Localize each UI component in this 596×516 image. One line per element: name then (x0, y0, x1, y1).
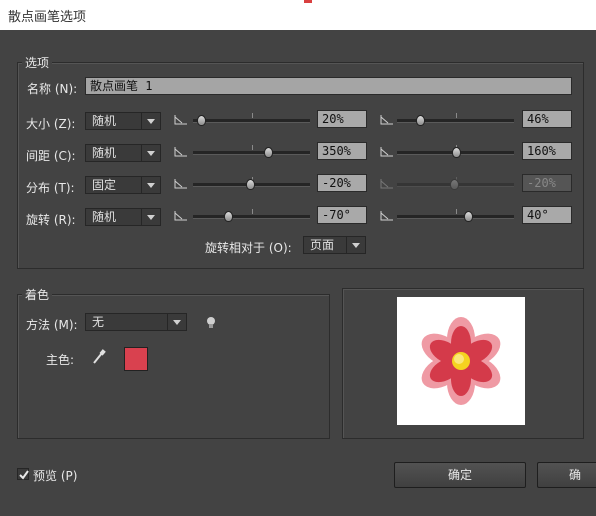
min-track[interactable] (193, 215, 310, 219)
method-label: 方法 (M): (26, 318, 78, 332)
variation-label: 旋转 (R): (26, 213, 76, 227)
chevron-down-icon (167, 314, 186, 330)
chevron-down-icon (346, 237, 365, 253)
min-slider-thumb[interactable] (246, 179, 255, 190)
cancel-label: 确 (568, 468, 581, 482)
min-center-tick (252, 145, 253, 150)
min-center-tick (252, 113, 253, 118)
max-slider-thumb[interactable] (452, 147, 461, 158)
cancel-button[interactable]: 确 (537, 462, 596, 488)
max-center-tick (456, 209, 457, 214)
checkmark-icon (19, 470, 29, 480)
chevron-down-icon (141, 145, 160, 161)
max-center-tick (456, 113, 457, 118)
min-track[interactable] (193, 151, 310, 155)
min-slider-thumb[interactable] (264, 147, 273, 158)
rotation-relative-select[interactable]: 页面 (303, 236, 366, 254)
colorization-legend: 着色 (22, 286, 53, 303)
options-legend: 选项 (22, 54, 53, 71)
variation-mode-value: 固定 (92, 178, 117, 192)
range-min-icon (174, 114, 188, 126)
min-value-field[interactable]: 20% (317, 110, 367, 128)
ok-button[interactable]: 确定 (394, 462, 526, 488)
variation-mode-select[interactable]: 固定 (85, 176, 161, 194)
variation-mode-value: 随机 (92, 114, 117, 128)
window-titlebar: 散点画笔选项 (0, 0, 596, 30)
variation-mode-select[interactable]: 随机 (85, 144, 161, 162)
min-slider-thumb[interactable] (224, 211, 233, 222)
preview-checkbox[interactable] (17, 468, 29, 480)
name-label: 名称 (N): (27, 82, 78, 96)
preview-canvas (397, 297, 525, 425)
min-value-field[interactable]: -20% (317, 174, 367, 192)
variation-label: 分布 (T): (26, 181, 75, 195)
max-slider-thumb[interactable] (450, 179, 459, 190)
name-field[interactable]: 散点画笔 1 (85, 77, 572, 95)
key-color-label: 主色: (46, 353, 75, 367)
method-value: 无 (92, 315, 105, 329)
range-max-icon (380, 178, 394, 190)
max-track[interactable] (397, 119, 514, 123)
preview-label: 预览 (P) (33, 469, 78, 483)
min-value-field[interactable]: -70° (317, 206, 367, 224)
max-track[interactable] (397, 215, 514, 219)
rotation-relative-value: 页面 (310, 238, 335, 252)
max-value-field[interactable]: 40° (522, 206, 572, 224)
variation-label: 间距 (C): (26, 149, 76, 163)
range-max-icon (380, 146, 394, 158)
window-title: 散点画笔选项 (8, 10, 87, 25)
titlebar-accent (304, 0, 312, 3)
range-max-icon (380, 210, 394, 222)
range-min-icon (174, 210, 188, 222)
chevron-down-icon (141, 113, 160, 129)
ok-label: 确定 (447, 468, 472, 482)
method-select[interactable]: 无 (85, 313, 187, 331)
key-color-swatch[interactable] (124, 347, 148, 371)
range-min-icon (174, 146, 188, 158)
eyedropper-icon[interactable] (92, 349, 106, 365)
max-slider-thumb[interactable] (416, 115, 425, 126)
range-min-icon (174, 178, 188, 190)
variation-mode-value: 随机 (92, 210, 117, 224)
min-value-field[interactable]: 350% (317, 142, 367, 160)
flower-icon (421, 317, 501, 405)
max-slider-thumb[interactable] (464, 211, 473, 222)
lightbulb-icon[interactable] (205, 315, 217, 331)
variation-label: 大小 (Z): (26, 117, 76, 131)
rotation-relative-label: 旋转相对于 (O): (205, 241, 292, 255)
variation-mode-select[interactable]: 随机 (85, 208, 161, 226)
max-value-field[interactable]: 46% (522, 110, 572, 128)
range-max-icon (380, 114, 394, 126)
chevron-down-icon (141, 209, 160, 225)
variation-mode-select[interactable]: 随机 (85, 112, 161, 130)
variation-mode-value: 随机 (92, 146, 117, 160)
min-track[interactable] (193, 119, 310, 123)
max-value-field[interactable]: -20% (522, 174, 572, 192)
max-value-field[interactable]: 160% (522, 142, 572, 160)
min-slider-thumb[interactable] (197, 115, 206, 126)
chevron-down-icon (141, 177, 160, 193)
min-center-tick (252, 209, 253, 214)
